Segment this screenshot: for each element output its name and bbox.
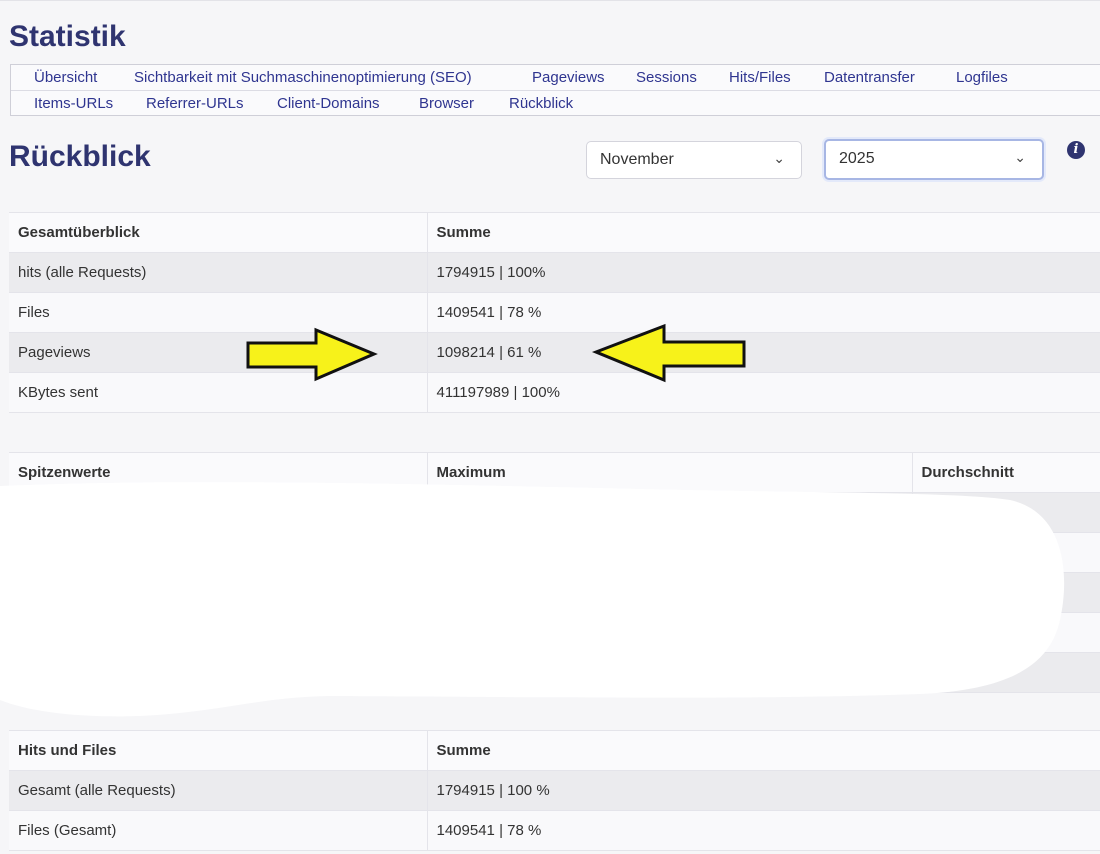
column-header: Hits und Files (9, 730, 428, 771)
overview-table: Gesamtüberblick Summe hits (alle Request… (9, 212, 1100, 413)
section-title: Rückblick (9, 140, 151, 173)
nav-link-client-domains[interactable]: Client-Domains (277, 95, 380, 112)
table-header-row: Gesamtüberblick Summe (9, 212, 1100, 253)
year-select-value: 2025 (839, 150, 875, 167)
table-row: Pageviews 1098214 | 61 % (9, 332, 1100, 373)
row-label: hits (alle Requests) (9, 252, 428, 293)
nav-link-referrer-urls[interactable]: Referrer-URLs (146, 95, 244, 112)
page-title: Statistik (9, 20, 126, 53)
stats-nav: Übersicht Sichtbarkeit mit Suchmaschinen… (10, 64, 1100, 116)
nav-link-sessions[interactable]: Sessions (636, 69, 697, 86)
row-value: 1409541 | 78 % (427, 292, 1100, 333)
nav-link-logfiles[interactable]: Logfiles (956, 69, 1008, 86)
table-row: Files (Gesamt) 1409541 | 78 % (9, 810, 1100, 851)
nav-link-pageviews[interactable]: Pageviews (532, 69, 605, 86)
chevron-down-icon: ⌄ (773, 150, 785, 166)
table-row: hits (alle Requests) 1794915 | 100% (9, 252, 1100, 293)
table-header-row: Hits und Files Summe (9, 730, 1100, 771)
column-header: Gesamtüberblick (9, 212, 428, 253)
nav-link-rueckblick[interactable]: Rückblick (509, 95, 573, 112)
redaction-overlay (0, 482, 1065, 717)
yellow-arrow-left-icon (591, 323, 746, 383)
hits-table: Hits und Files Summe Gesamt (alle Reques… (9, 730, 1100, 851)
month-select-value: November (600, 151, 674, 168)
year-select[interactable]: 2025 ⌄ (824, 139, 1044, 180)
table-row: Files 1409541 | 78 % (9, 292, 1100, 333)
row-value: 411197989 | 100% (427, 372, 1100, 413)
nav-link-browser[interactable]: Browser (419, 95, 474, 112)
chevron-down-icon: ⌄ (1014, 149, 1026, 165)
nav-link-uebersicht[interactable]: Übersicht (34, 69, 97, 86)
nav-link-datentransfer[interactable]: Datentransfer (824, 69, 915, 86)
row-label: Files (Gesamt) (9, 810, 428, 851)
yellow-arrow-right-icon (246, 327, 378, 382)
table-row: Gesamt (alle Requests) 1794915 | 100 % (9, 770, 1100, 811)
info-icon[interactable]: i (1067, 141, 1085, 159)
row-value: 1794915 | 100 % (427, 770, 1100, 811)
nav-row-2: Items-URLs Referrer-URLs Client-Domains … (11, 91, 1100, 116)
nav-row-1: Übersicht Sichtbarkeit mit Suchmaschinen… (11, 65, 1100, 91)
nav-link-hits-files[interactable]: Hits/Files (729, 69, 791, 86)
row-value: 1098214 | 61 % (427, 332, 1100, 373)
nav-link-items-urls[interactable]: Items-URLs (34, 95, 113, 112)
row-label: Gesamt (alle Requests) (9, 770, 428, 811)
row-value: 1794915 | 100% (427, 252, 1100, 293)
top-border (0, 0, 1100, 1)
row-value: 1409541 | 78 % (427, 810, 1100, 851)
table-row: KBytes sent 411197989 | 100% (9, 372, 1100, 413)
month-select[interactable]: November ⌄ (586, 141, 802, 179)
nav-link-seo[interactable]: Sichtbarkeit mit Suchmaschinenoptimierun… (134, 69, 472, 86)
column-header: Summe (427, 212, 1100, 253)
column-header: Summe (427, 730, 1100, 771)
